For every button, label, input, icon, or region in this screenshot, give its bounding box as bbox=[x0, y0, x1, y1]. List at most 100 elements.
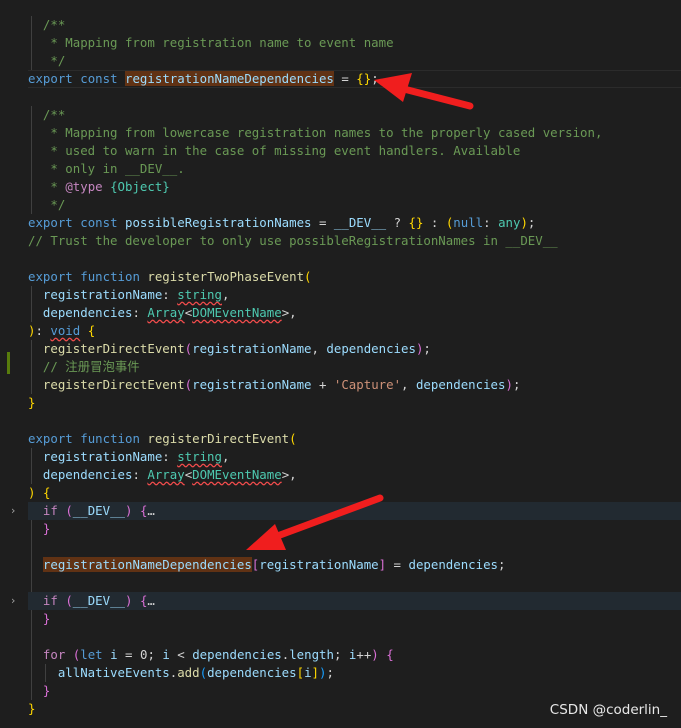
code-line[interactable]: } bbox=[28, 610, 681, 628]
code-token: : bbox=[162, 287, 178, 302]
code-line[interactable]: export function registerDirectEvent( bbox=[28, 430, 681, 448]
code-line[interactable]: /** bbox=[28, 16, 681, 34]
code-token: dependencies bbox=[42, 467, 133, 482]
code-line[interactable]: registrationNameDependencies[registratio… bbox=[28, 556, 681, 574]
code-token: dependencies bbox=[326, 341, 416, 356]
code-line[interactable]: */ bbox=[28, 196, 681, 214]
code-line[interactable]: if (__DEV__) {… bbox=[28, 502, 681, 520]
code-token: ; bbox=[423, 341, 431, 356]
code-token: , bbox=[311, 341, 327, 356]
code-token: } bbox=[28, 701, 36, 716]
code-line[interactable]: } bbox=[28, 394, 681, 412]
code-token: DOMEventName bbox=[192, 467, 282, 482]
code-line[interactable]: dependencies: Array<DOMEventName>, bbox=[28, 466, 681, 484]
code-token: ) bbox=[371, 647, 379, 662]
code-token: ] bbox=[378, 557, 387, 572]
code-token: ; bbox=[512, 377, 521, 392]
code-line[interactable]: } bbox=[28, 682, 681, 700]
code-line[interactable]: } bbox=[28, 520, 681, 538]
code-token: { bbox=[42, 485, 51, 500]
fold-chevron-icon[interactable]: › bbox=[11, 592, 21, 610]
code-line[interactable]: // Trust the developer to only use possi… bbox=[28, 232, 681, 250]
code-line[interactable]: */ bbox=[28, 52, 681, 70]
code-line[interactable]: // 注册冒泡事件 bbox=[28, 358, 681, 376]
code-token: 'Capture' bbox=[333, 377, 402, 392]
code-line[interactable]: ): void { bbox=[28, 322, 681, 340]
code-editor[interactable]: /** * Mapping from registration name to … bbox=[0, 0, 681, 728]
code-line[interactable]: /** bbox=[28, 106, 681, 124]
code-line[interactable]: * only in __DEV__. bbox=[28, 160, 681, 178]
code-token: registerDirectEvent bbox=[42, 341, 185, 356]
code-token: let bbox=[80, 647, 103, 662]
code-token: , bbox=[221, 449, 230, 464]
code-token: __DEV__ bbox=[72, 503, 125, 518]
code-line[interactable]: for (let i = 0; i < dependencies.length;… bbox=[28, 646, 681, 664]
code-token: } bbox=[42, 683, 51, 698]
code-line[interactable]: registrationName: string, bbox=[28, 448, 681, 466]
code-token: // Trust the developer to only use possi… bbox=[28, 233, 558, 248]
code-token: registrationName bbox=[42, 287, 163, 302]
code-token: function bbox=[80, 269, 140, 284]
code-token: * Mapping from lowercase registration na… bbox=[28, 125, 603, 140]
code-line[interactable]: * Mapping from lowercase registration na… bbox=[28, 124, 681, 142]
code-token: @type bbox=[65, 179, 103, 194]
code-token: possibleRegistrationNames bbox=[125, 215, 312, 230]
code-token: … bbox=[147, 593, 155, 608]
code-line[interactable]: * @type {Object} bbox=[28, 178, 681, 196]
watermark: CSDN @coderlin_ bbox=[549, 702, 667, 718]
code-token: [ bbox=[296, 665, 305, 680]
code-token: export bbox=[28, 269, 73, 284]
code-token: … bbox=[147, 503, 155, 518]
code-token: registrationName bbox=[192, 341, 312, 356]
code-token: * only in __DEV__. bbox=[28, 161, 185, 176]
code-line[interactable]: if (__DEV__) {… bbox=[28, 592, 681, 610]
code-line[interactable]: allNativeEvents.add(dependencies[i]); bbox=[28, 664, 681, 682]
code-line[interactable]: registerDirectEvent(registrationName + '… bbox=[28, 376, 681, 394]
code-token: allNativeEvents bbox=[57, 665, 170, 680]
code-token: = bbox=[311, 215, 334, 230]
code-token: if bbox=[42, 503, 58, 518]
code-token: + bbox=[311, 377, 334, 392]
code-token: function bbox=[80, 431, 140, 446]
code-line[interactable]: export const possibleRegistrationNames =… bbox=[28, 214, 681, 232]
code-token: ( bbox=[304, 269, 312, 284]
code-token: = bbox=[386, 557, 409, 572]
code-token: registerDirectEvent bbox=[42, 377, 185, 392]
code-token: /** bbox=[28, 17, 66, 32]
fold-chevron-icon[interactable]: › bbox=[11, 502, 21, 520]
code-line[interactable]: * used to warn in the case of missing ev… bbox=[28, 142, 681, 160]
code-token: DOMEventName bbox=[192, 305, 282, 320]
code-token: dependencies bbox=[42, 305, 133, 320]
code-token: ; bbox=[333, 647, 349, 662]
code-line[interactable]: registrationName: string, bbox=[28, 286, 681, 304]
code-token: null bbox=[453, 215, 484, 230]
code-token: } bbox=[42, 611, 51, 626]
code-line[interactable]: registerDirectEvent(registrationName, de… bbox=[28, 340, 681, 358]
code-token: ( bbox=[199, 665, 208, 680]
code-line[interactable]: export function registerTwoPhaseEvent( bbox=[28, 268, 681, 286]
code-token: registrationName bbox=[42, 449, 163, 464]
code-line[interactable]: export const registrationNameDependencie… bbox=[28, 70, 681, 88]
code-token: i bbox=[304, 665, 312, 680]
code-token: , bbox=[401, 377, 416, 392]
code-line[interactable]: dependencies: Array<DOMEventName>, bbox=[28, 304, 681, 322]
code-line[interactable]: * Mapping from registration name to even… bbox=[28, 34, 681, 52]
code-line[interactable]: ) { bbox=[28, 484, 681, 502]
code-token: ) bbox=[520, 215, 528, 230]
code-token: = bbox=[117, 647, 140, 662]
code-token: export bbox=[28, 215, 73, 230]
code-token: i bbox=[110, 647, 118, 662]
code-token: for bbox=[42, 647, 66, 662]
